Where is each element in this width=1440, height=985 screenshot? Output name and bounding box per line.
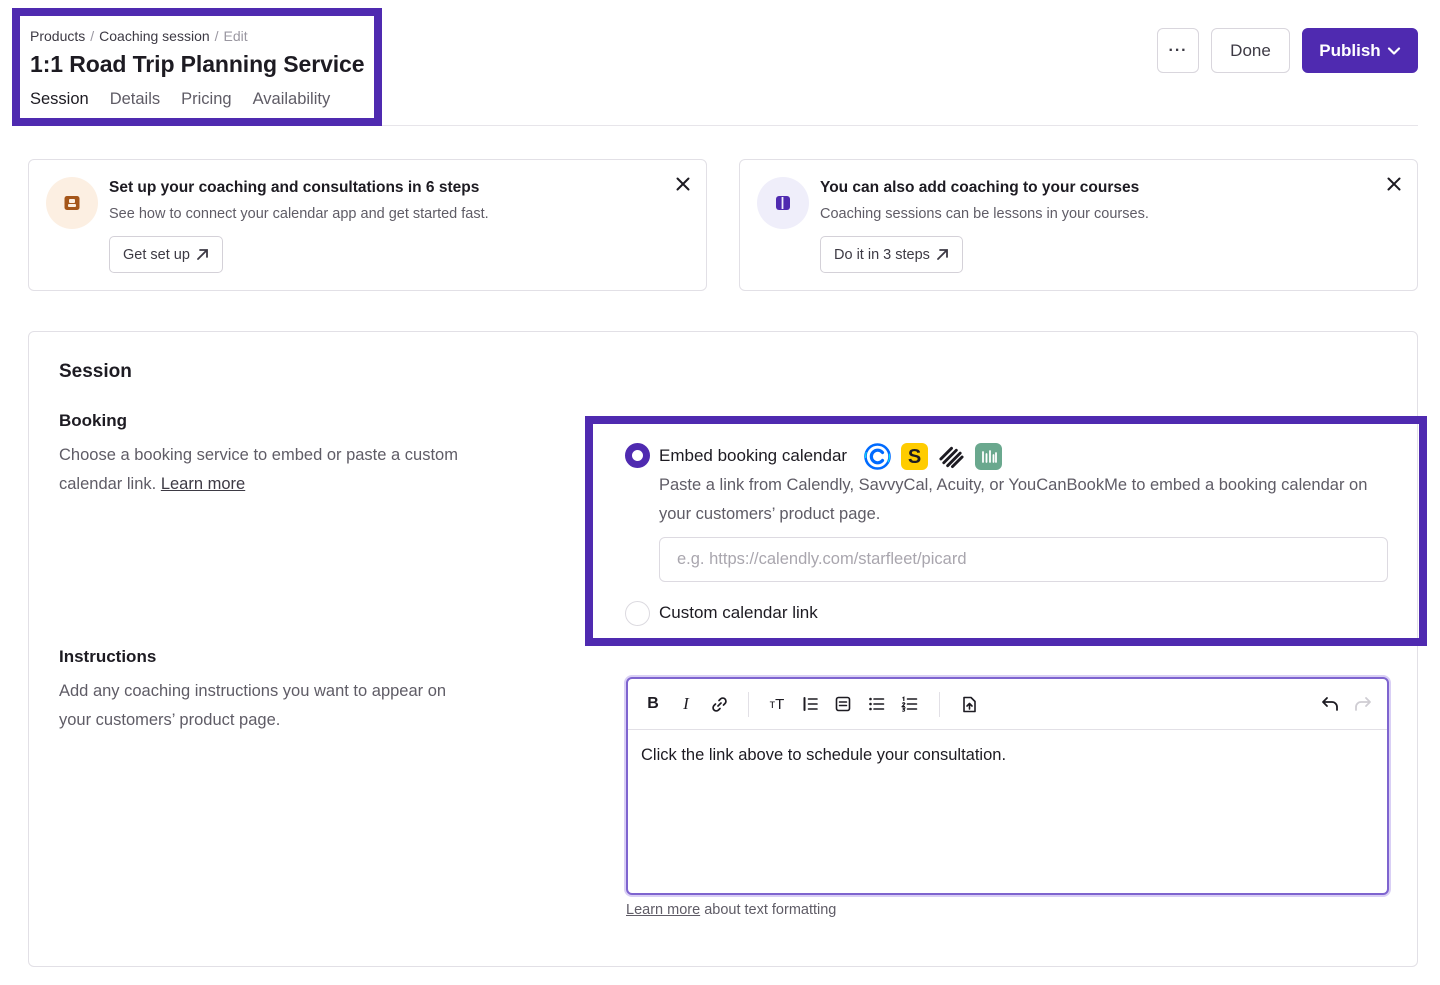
header-divider (382, 125, 1418, 126)
embed-calendar-label[interactable]: Embed booking calendar (659, 446, 847, 466)
book-icon (757, 177, 809, 229)
close-icon[interactable] (1385, 175, 1403, 193)
more-options-button[interactable]: ··· (1157, 28, 1199, 73)
done-button[interactable]: Done (1211, 28, 1290, 73)
calendar-badge-icon (46, 177, 98, 229)
breadcrumb-products[interactable]: Products (30, 28, 85, 44)
toolbar-divider (939, 692, 940, 717)
editor-content[interactable]: Click the link above to schedule your co… (641, 746, 1006, 765)
booking-title: Booking (59, 411, 127, 430)
breadcrumb-edit: Edit (223, 28, 248, 44)
publish-button[interactable]: Publish (1302, 28, 1418, 73)
embed-calendar-description: Paste a link from Calendly, SavvyCal, Ac… (659, 476, 1368, 523)
formatting-learn-more-link[interactable]: Learn more (626, 902, 700, 918)
callout-icon[interactable] (831, 692, 855, 716)
text-size-icon[interactable]: тT (765, 692, 789, 716)
acuity-logo (938, 443, 965, 470)
link-icon[interactable] (707, 692, 731, 716)
booking-description: Choose a booking service to embed or pas… (59, 441, 479, 499)
external-arrow-icon (937, 249, 948, 260)
blockquote-icon[interactable] (798, 692, 822, 716)
button-label: Do it in 3 steps (834, 246, 930, 263)
card-description: Coaching sessions can be lessons in your… (820, 206, 1149, 222)
italic-icon[interactable]: I (674, 692, 698, 716)
bullet-list-icon[interactable] (864, 692, 888, 716)
tab-availability[interactable]: Availability (253, 90, 331, 109)
card-title: You can also add coaching to your course… (820, 179, 1140, 196)
do-it-in-3-steps-button[interactable]: Do it in 3 steps (820, 236, 963, 273)
card-description: See how to connect your calendar app and… (109, 206, 489, 222)
breadcrumb: Products / Coaching session / Edit (30, 28, 374, 44)
setup-coaching-card: Set up your coaching and consultations i… (28, 159, 707, 291)
tab-session[interactable]: Session (30, 90, 89, 109)
page-header-highlight: Products / Coaching session / Edit 1:1 R… (12, 8, 382, 126)
booking-service-logos: S (864, 443, 1002, 470)
chevron-down-icon (1387, 46, 1400, 55)
button-label: Get set up (123, 246, 190, 263)
custom-link-label[interactable]: Custom calendar link (659, 603, 818, 623)
redo-icon[interactable] (1351, 692, 1375, 716)
publish-label: Publish (1319, 40, 1381, 60)
tab-bar: Session Details Pricing Availability (30, 90, 374, 109)
instructions-editor[interactable]: B I тT Click the link above to schedule … (626, 677, 1389, 895)
close-icon[interactable] (674, 175, 692, 193)
booking-description-text: Choose a booking service to embed or pas… (59, 446, 458, 493)
numbered-list-icon[interactable] (897, 692, 921, 716)
formatting-help: Learn more about text formatting (626, 902, 836, 918)
custom-link-radio[interactable] (625, 601, 650, 626)
editor-toolbar: B I тT (628, 679, 1387, 730)
get-set-up-button[interactable]: Get set up (109, 236, 223, 273)
toolbar-divider (748, 692, 749, 717)
tab-details[interactable]: Details (110, 90, 160, 109)
formatting-help-text: about text formatting (704, 902, 837, 918)
insert-file-icon[interactable] (957, 692, 981, 716)
calendly-logo (864, 443, 891, 470)
bold-icon[interactable]: B (641, 692, 665, 716)
savvycal-logo: S (901, 443, 928, 470)
ellipsis-icon: ··· (1168, 41, 1188, 59)
breadcrumb-separator: / (90, 28, 95, 44)
undo-icon[interactable] (1318, 692, 1342, 716)
learn-more-link[interactable]: Learn more (161, 475, 245, 493)
breadcrumb-coaching-session[interactable]: Coaching session (99, 28, 210, 44)
done-label: Done (1230, 40, 1271, 60)
external-arrow-icon (197, 249, 208, 260)
instructions-description: Add any coaching instructions you want t… (59, 682, 447, 729)
youcanbookme-logo (975, 443, 1002, 470)
page-title: 1:1 Road Trip Planning Service (30, 51, 365, 77)
instructions-title: Instructions (59, 647, 157, 666)
section-title: Session (59, 361, 132, 382)
embed-calendar-radio[interactable] (625, 443, 650, 468)
breadcrumb-separator: / (214, 28, 219, 44)
tab-pricing[interactable]: Pricing (181, 90, 231, 109)
courses-coaching-card: You can also add coaching to your course… (739, 159, 1418, 291)
card-title: Set up your coaching and consultations i… (109, 179, 480, 196)
booking-url-input[interactable] (659, 537, 1388, 582)
